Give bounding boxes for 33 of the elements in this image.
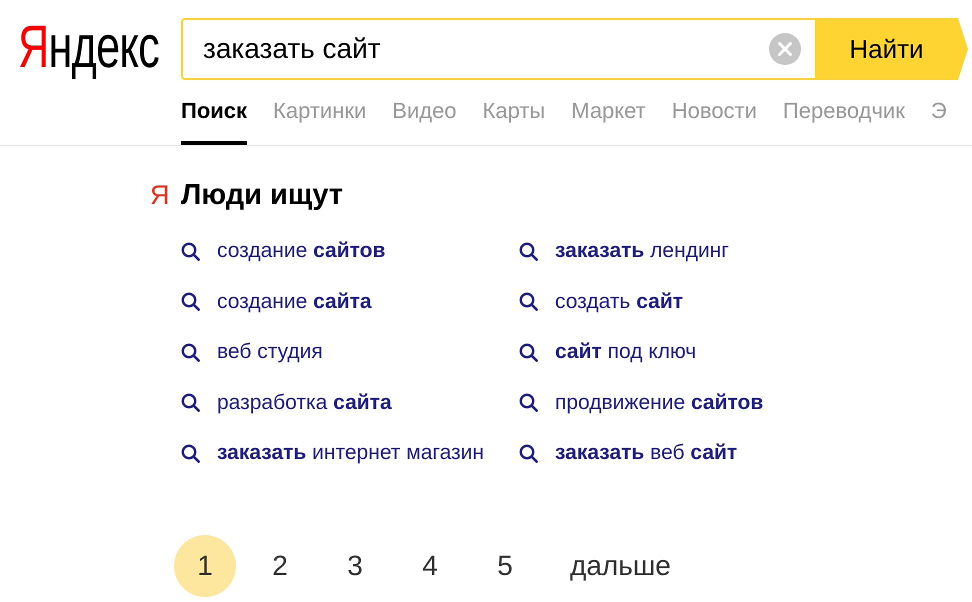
logo-mark: Я xyxy=(150,179,170,212)
suggestion-link[interactable]: создание сайта xyxy=(217,290,372,314)
next-page-link[interactable]: дальше xyxy=(570,550,671,582)
page-link[interactable]: 3 xyxy=(324,534,386,596)
suggestion-link[interactable]: создание сайтов xyxy=(217,239,386,264)
suggestion-link[interactable]: разработка сайта xyxy=(217,390,392,415)
section-heading: Люди ищут xyxy=(181,178,344,212)
clear-icon[interactable] xyxy=(769,33,801,65)
nav-tab[interactable]: Поиск xyxy=(181,98,248,145)
search-button[interactable]: Найти xyxy=(815,18,968,80)
search-icon xyxy=(181,292,200,312)
page-link[interactable]: 5 xyxy=(474,534,536,596)
search-icon xyxy=(181,444,200,463)
search-icon xyxy=(519,342,538,362)
search-icon xyxy=(181,242,200,261)
search-icon xyxy=(519,292,538,312)
page-link[interactable]: 1 xyxy=(174,534,236,596)
search-field[interactable]: заказать сайт xyxy=(181,18,815,80)
suggestion-link[interactable]: продвижение сайтов xyxy=(555,390,764,415)
suggestion-link[interactable]: веб студия xyxy=(217,340,323,364)
search-icon xyxy=(519,393,538,412)
search-icon xyxy=(519,242,538,261)
suggestion-link[interactable]: заказать лендинг xyxy=(555,239,729,264)
page-link[interactable]: 2 xyxy=(249,534,311,596)
search-icon xyxy=(181,393,200,412)
suggestion-link[interactable]: создать сайт xyxy=(555,290,684,314)
suggestion-link[interactable]: заказать интернет магазин xyxy=(217,441,484,466)
search-icon xyxy=(181,342,200,362)
yandex-logo[interactable]: Яндекс xyxy=(18,17,159,77)
search-icon xyxy=(519,444,538,463)
suggestion-link[interactable]: заказать веб сайт xyxy=(555,441,738,466)
page-link[interactable]: 4 xyxy=(399,534,461,596)
suggestion-link[interactable]: сайт под ключ xyxy=(555,340,696,364)
